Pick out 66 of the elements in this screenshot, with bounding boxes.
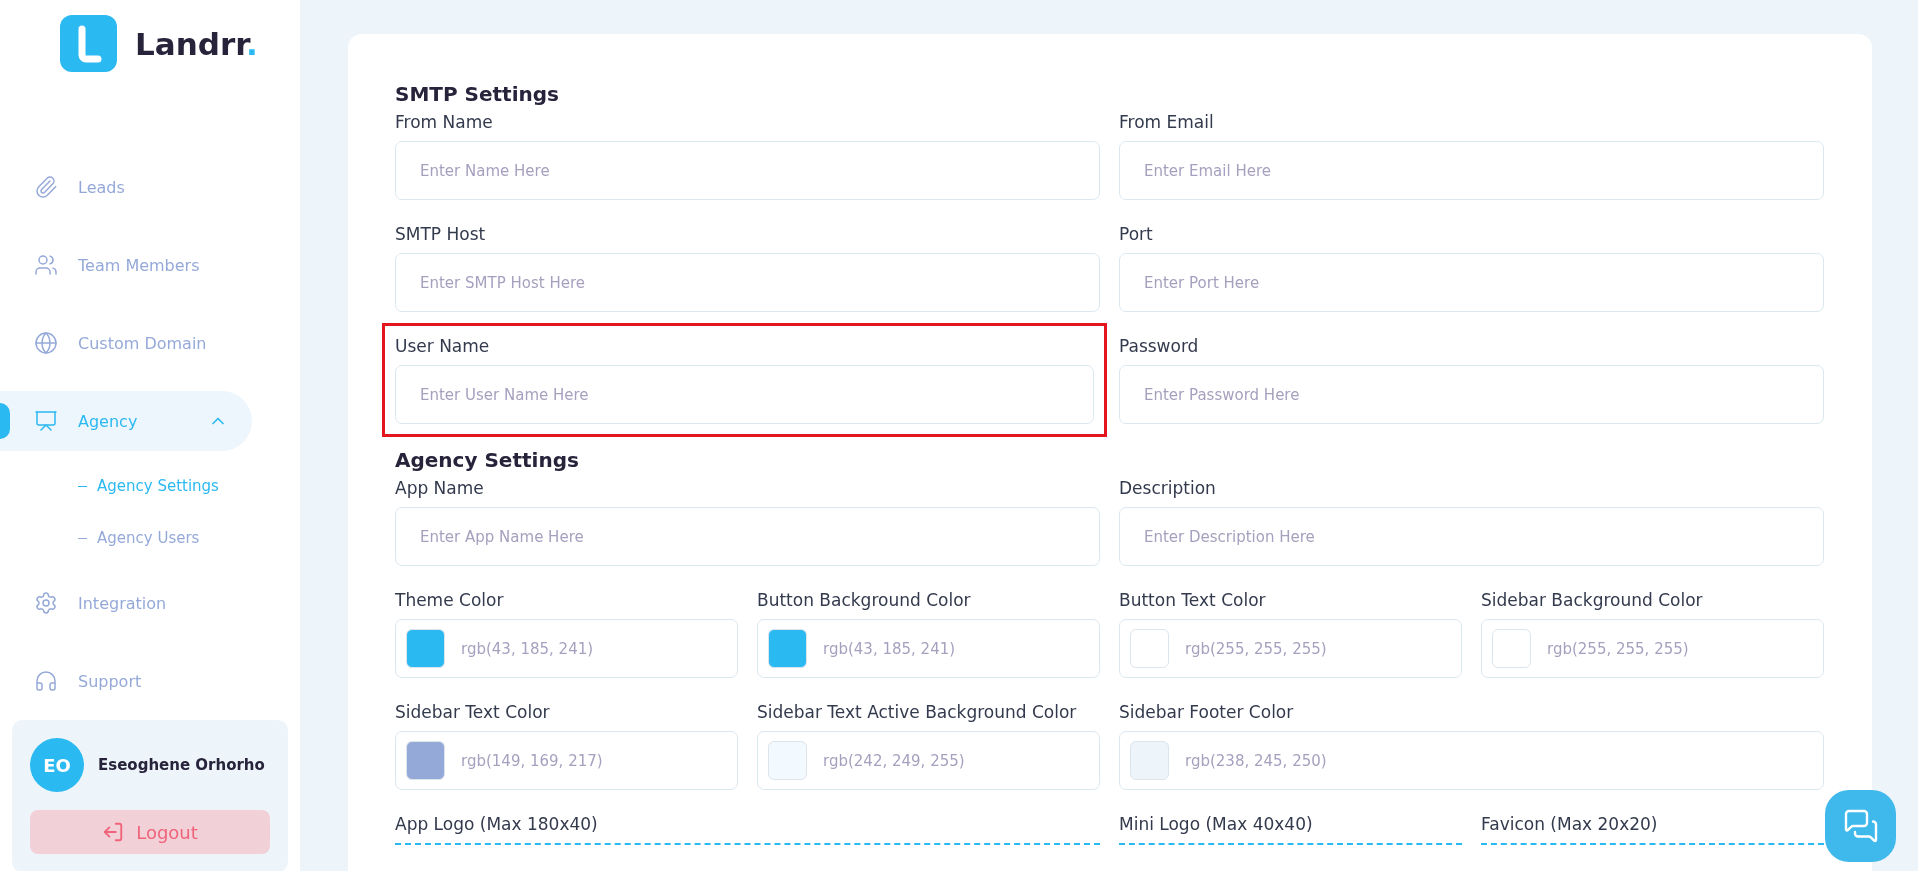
input-field[interactable]: Enter Name Here bbox=[395, 141, 1100, 200]
field-label: App Logo (Max 180x40) bbox=[395, 814, 599, 834]
field-label: Theme Color bbox=[395, 590, 505, 610]
nav-icon bbox=[34, 669, 58, 693]
field-label: Description bbox=[1119, 478, 1217, 498]
nav-icon bbox=[34, 409, 58, 433]
field-label: From Name bbox=[395, 112, 494, 132]
field-label: Sidebar Text Active Background Color bbox=[757, 702, 1078, 722]
nav-item[interactable]: Integration bbox=[0, 573, 252, 633]
input-field[interactable]: Enter SMTP Host Here bbox=[395, 253, 1100, 312]
input-field[interactable]: Enter User Name Here bbox=[395, 365, 1094, 424]
color-swatch[interactable] bbox=[768, 629, 807, 668]
field-label: Sidebar Background Color bbox=[1481, 590, 1704, 610]
chat-icon bbox=[1842, 808, 1879, 844]
sub-nav-item[interactable]: Agency Settings bbox=[97, 477, 219, 495]
field-label: Password bbox=[1119, 336, 1200, 356]
field-label: Port bbox=[1119, 224, 1154, 244]
field-label: Favicon (Max 20x20) bbox=[1481, 814, 1659, 834]
avatar: EO bbox=[30, 738, 84, 792]
field-label: From Email bbox=[1119, 112, 1215, 132]
field-label: Button Background Color bbox=[757, 590, 972, 610]
brand-name: Landrr. bbox=[135, 25, 258, 62]
field-label: Sidebar Text Color bbox=[395, 702, 551, 722]
color-swatch[interactable] bbox=[768, 741, 807, 780]
input-field[interactable]: Enter Email Here bbox=[1119, 141, 1824, 200]
dash-icon bbox=[78, 485, 87, 487]
color-swatch[interactable] bbox=[1130, 629, 1169, 668]
field-label: User Name bbox=[395, 336, 491, 356]
section-title: Agency Settings bbox=[395, 448, 580, 472]
color-field[interactable]: rgb(242, 249, 255) bbox=[757, 731, 1100, 790]
color-field[interactable]: rgb(149, 169, 217) bbox=[395, 731, 738, 790]
field-label: Mini Logo (Max 40x40) bbox=[1119, 814, 1314, 834]
nav-item[interactable]: Agency bbox=[0, 391, 252, 451]
nav-icon bbox=[34, 253, 58, 277]
logout-icon bbox=[102, 821, 125, 843]
nav-icon bbox=[34, 175, 58, 199]
nav-item[interactable]: Custom Domain bbox=[0, 313, 252, 373]
chat-button[interactable] bbox=[1825, 790, 1896, 862]
section-title: SMTP Settings bbox=[395, 82, 560, 106]
field-label: Button Text Color bbox=[1119, 590, 1267, 610]
input-field[interactable]: Enter Port Here bbox=[1119, 253, 1824, 312]
color-swatch[interactable] bbox=[1130, 741, 1169, 780]
input-field[interactable]: Enter Description Here bbox=[1119, 507, 1824, 566]
color-field[interactable]: rgb(43, 185, 241) bbox=[757, 619, 1100, 678]
field-label: App Name bbox=[395, 478, 485, 498]
nav-icon bbox=[34, 591, 58, 615]
input-field[interactable]: Enter Password Here bbox=[1119, 365, 1824, 424]
field-label: Sidebar Footer Color bbox=[1119, 702, 1295, 722]
nav-item[interactable]: Team Members bbox=[0, 235, 252, 295]
color-swatch[interactable] bbox=[406, 741, 445, 780]
dash-icon bbox=[78, 537, 87, 539]
color-field[interactable]: rgb(238, 245, 250) bbox=[1119, 731, 1824, 790]
field-label: SMTP Host bbox=[395, 224, 487, 244]
nav-icon bbox=[34, 331, 58, 355]
color-field[interactable]: rgb(255, 255, 255) bbox=[1481, 619, 1824, 678]
sub-nav-item[interactable]: Agency Users bbox=[97, 529, 200, 547]
nav-item[interactable]: Support bbox=[0, 651, 252, 711]
color-swatch[interactable] bbox=[1492, 629, 1531, 668]
user-name: Eseoghene Orhorho bbox=[98, 756, 265, 774]
logout-button[interactable]: Logout bbox=[30, 810, 270, 854]
color-swatch[interactable] bbox=[406, 629, 445, 668]
color-field[interactable]: rgb(255, 255, 255) bbox=[1119, 619, 1462, 678]
nav-item[interactable]: Leads bbox=[0, 157, 252, 217]
logo-icon bbox=[60, 15, 117, 72]
input-field[interactable]: Enter App Name Here bbox=[395, 507, 1100, 566]
color-field[interactable]: rgb(43, 185, 241) bbox=[395, 619, 738, 678]
